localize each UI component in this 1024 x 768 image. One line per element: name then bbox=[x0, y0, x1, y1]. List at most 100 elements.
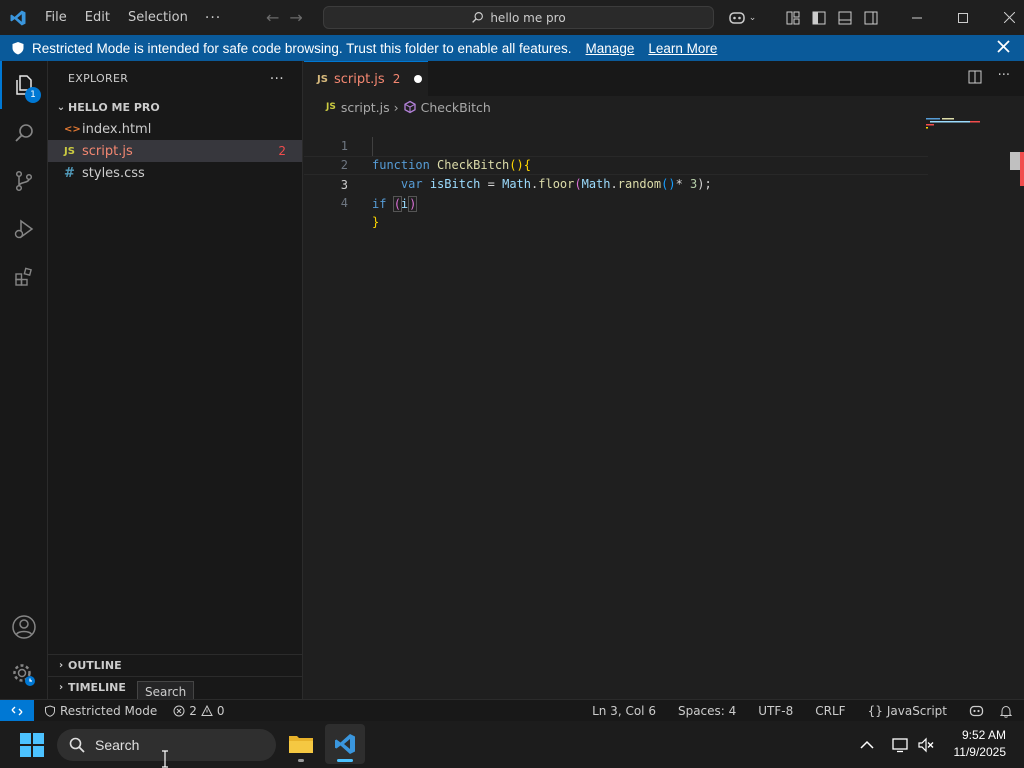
shield-icon bbox=[45, 704, 55, 717]
folder-hello-me-pro[interactable]: ⌄ HELLO ME PRO bbox=[48, 96, 302, 118]
show-hidden-icons-chevron-icon[interactable] bbox=[860, 721, 874, 768]
variable-token: i bbox=[400, 197, 409, 211]
eol-status[interactable]: CRLF bbox=[807, 700, 859, 722]
copilot-icon[interactable]: ⌄ bbox=[724, 0, 760, 35]
language-label: JavaScript bbox=[886, 704, 947, 718]
restricted-mode-label: Restricted Mode bbox=[60, 703, 158, 718]
problem-count-badge: 2 bbox=[278, 144, 286, 158]
chevron-down-icon: ⌄ bbox=[56, 101, 66, 113]
learn-more-link[interactable]: Learn More bbox=[648, 41, 717, 56]
file-script-js[interactable]: JS script.js 2 bbox=[48, 140, 302, 162]
chevron-right-icon: › bbox=[58, 660, 64, 671]
search-icon[interactable] bbox=[0, 109, 48, 157]
command-center-search[interactable]: hello me pro bbox=[323, 6, 714, 29]
taskbar-search-label: Search bbox=[95, 737, 140, 753]
unsaved-dot-icon[interactable] bbox=[414, 75, 423, 83]
file-styles-css[interactable]: # styles.css bbox=[48, 162, 302, 184]
activity-bar: 1 bbox=[0, 61, 48, 699]
remote-indicator-icon[interactable] bbox=[0, 699, 34, 722]
code-editor[interactable]: 1 function CheckBitch(){ 2 var isBitch =… bbox=[304, 118, 1024, 699]
language-mode-status[interactable]: {} JavaScript bbox=[860, 700, 961, 722]
status-bar: Restricted Mode 2 0 Ln 3, Col 6 Spaces: … bbox=[0, 699, 1024, 722]
scrollbar-error-marker bbox=[1020, 152, 1024, 186]
toggle-primary-sidebar-icon[interactable] bbox=[806, 0, 832, 35]
folder-name: HELLO ME PRO bbox=[68, 100, 160, 114]
code-line-1: 1 function CheckBitch(){ bbox=[304, 118, 928, 172]
search-icon bbox=[69, 737, 85, 753]
explorer-title: EXPLORER bbox=[68, 72, 129, 85]
chevron-right-icon: › bbox=[393, 99, 399, 115]
problems-status[interactable]: 2 0 bbox=[165, 700, 232, 722]
tab-script-js[interactable]: JS script.js 2 bbox=[304, 61, 428, 96]
copilot-status-icon[interactable] bbox=[961, 700, 992, 722]
warning-count: 0 bbox=[216, 703, 225, 718]
active-indicator bbox=[337, 759, 353, 762]
tab-label: script.js bbox=[333, 71, 385, 87]
file-name: index.html bbox=[82, 121, 152, 137]
customize-layout-icon[interactable] bbox=[780, 0, 806, 35]
volume-muted-icon[interactable] bbox=[917, 721, 935, 768]
search-icon bbox=[472, 12, 484, 23]
shield-icon bbox=[11, 41, 25, 55]
cursor-position[interactable]: Ln 3, Col 6 bbox=[584, 700, 670, 722]
close-window-icon[interactable] bbox=[986, 0, 1024, 35]
file-name: styles.css bbox=[82, 165, 145, 181]
menu-file[interactable]: File bbox=[36, 0, 76, 35]
js-file-icon: JS bbox=[317, 73, 328, 85]
breadcrumb: JS script.js › CheckBitch bbox=[304, 96, 1024, 118]
js-file-icon: JS bbox=[326, 102, 336, 112]
outline-label: OUTLINE bbox=[68, 659, 122, 672]
maximize-icon[interactable] bbox=[940, 0, 986, 35]
vscode-logo-icon bbox=[0, 0, 36, 35]
back-arrow-icon[interactable]: ← bbox=[266, 8, 279, 27]
brace-token: } bbox=[372, 215, 380, 229]
more-actions-icon[interactable]: ··· bbox=[998, 69, 1010, 88]
explorer-more-icon[interactable]: ··· bbox=[270, 71, 284, 87]
restricted-mode-banner: Restricted Mode is intended for safe cod… bbox=[0, 35, 1024, 61]
minimap[interactable] bbox=[926, 118, 1010, 699]
windows-start-icon[interactable] bbox=[20, 733, 44, 761]
symbol-method-icon bbox=[403, 100, 416, 114]
source-control-icon[interactable] bbox=[0, 157, 48, 205]
menu-more-icon[interactable]: ··· bbox=[197, 10, 229, 26]
title-bar: File Edit Selection ··· ← → hello me pro… bbox=[0, 0, 1024, 35]
explorer-icon[interactable]: 1 bbox=[0, 61, 48, 109]
code-line-2: 2 var isBitch = Math.floor(Math.random()… bbox=[304, 137, 928, 191]
menu-selection[interactable]: Selection bbox=[119, 0, 197, 35]
system-clock[interactable]: 9:52 AM 11/9/2025 bbox=[954, 727, 1007, 761]
braces-icon: {} bbox=[867, 704, 883, 718]
html-file-icon: <> bbox=[64, 123, 81, 135]
accounts-icon[interactable] bbox=[0, 603, 48, 651]
minimize-icon[interactable] bbox=[894, 0, 940, 35]
close-banner-icon[interactable] bbox=[997, 40, 1010, 57]
indentation-status[interactable]: Spaces: 4 bbox=[670, 700, 750, 722]
command-center-label: hello me pro bbox=[490, 10, 566, 25]
breadcrumb-file[interactable]: script.js bbox=[341, 100, 390, 115]
toggle-secondary-sidebar-icon[interactable] bbox=[858, 0, 884, 35]
menu-edit[interactable]: Edit bbox=[76, 0, 119, 35]
split-editor-icon[interactable] bbox=[968, 70, 982, 88]
css-file-icon: # bbox=[64, 165, 75, 181]
toggle-panel-icon[interactable] bbox=[832, 0, 858, 35]
outline-section[interactable]: › OUTLINE bbox=[48, 654, 303, 676]
network-display-icon[interactable] bbox=[891, 721, 909, 768]
run-debug-icon[interactable] bbox=[0, 205, 48, 253]
file-index-html[interactable]: <> index.html bbox=[48, 118, 302, 140]
extensions-icon[interactable] bbox=[0, 253, 48, 301]
explorer-badge: 1 bbox=[25, 87, 41, 103]
notifications-bell-icon[interactable] bbox=[992, 700, 1024, 722]
breadcrumb-symbol[interactable]: CheckBitch bbox=[421, 100, 491, 115]
tab-problem-count: 2 bbox=[392, 72, 401, 86]
manage-gear-icon[interactable] bbox=[0, 651, 48, 699]
forward-arrow-icon[interactable]: → bbox=[289, 8, 302, 27]
vscode-app-icon[interactable] bbox=[325, 724, 365, 764]
restricted-mode-status[interactable]: Restricted Mode bbox=[34, 700, 165, 722]
editor-tabs: JS script.js 2 ··· bbox=[304, 61, 1024, 96]
timeline-label: TIMELINE bbox=[68, 681, 126, 694]
encoding-status[interactable]: UTF-8 bbox=[750, 700, 807, 722]
code-line-4: 4 } bbox=[304, 175, 928, 229]
file-explorer-app-icon[interactable] bbox=[281, 724, 321, 764]
error-icon bbox=[173, 705, 185, 716]
line-number: 4 bbox=[340, 196, 348, 210]
manage-link[interactable]: Manage bbox=[586, 41, 635, 56]
